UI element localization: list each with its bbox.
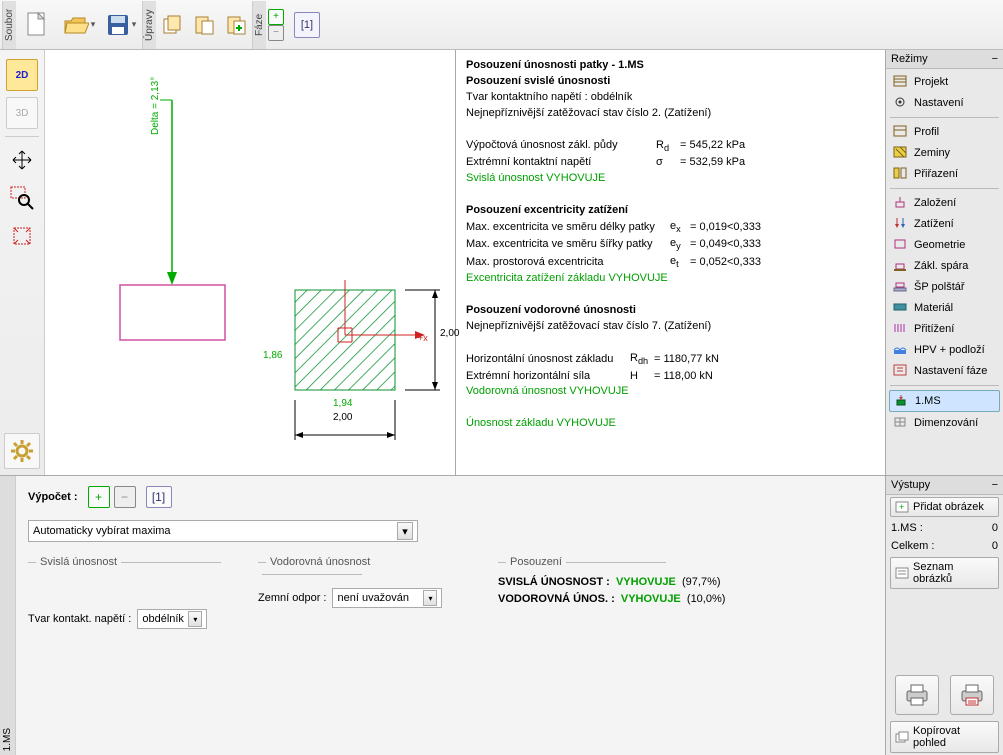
outputs-panel: Výstupy− +Přidat obrázek 1.MS :0 Celkem …: [885, 476, 1003, 755]
modes-title: Režimy−: [886, 50, 1003, 69]
mode-nastaveni[interactable]: Nastavení: [889, 93, 1000, 113]
main-toolbar: Soubor Úpravy Fáze + − [1]: [0, 0, 1003, 50]
mode-material[interactable]: Materiál: [889, 298, 1000, 318]
copy-button[interactable]: [157, 5, 187, 45]
dim-right: 2,00: [440, 328, 459, 339]
outputs-title: Výstupy−: [886, 476, 1003, 495]
view-3d-button[interactable]: 3D: [6, 97, 38, 129]
view-2d-button[interactable]: 2D: [6, 59, 38, 91]
toolbar-group-phase: Fáze: [252, 1, 266, 49]
save-file-button[interactable]: [101, 5, 141, 45]
paste-special-button[interactable]: [221, 5, 251, 45]
mode-1ms[interactable]: 1.MS: [889, 390, 1000, 412]
drawing-canvas[interactable]: Delta = 2,13° 1,86 2,00 1,94 2,00 +x: [45, 50, 455, 475]
mode-zatizeni[interactable]: Zatížení: [889, 214, 1000, 234]
contact-shape-combo[interactable]: obdélník▾: [137, 609, 207, 629]
mode-sp-polstar[interactable]: ŠP polštář: [889, 277, 1000, 297]
mode-geometrie[interactable]: Geometrie: [889, 235, 1000, 255]
calc-indicator[interactable]: [1]: [146, 486, 172, 508]
phase-add-button[interactable]: +: [268, 9, 284, 25]
mode-pritizeni[interactable]: Přitížení: [889, 319, 1000, 339]
mode-zalozeni[interactable]: Založení: [889, 193, 1000, 213]
mode-hpv-podlozi[interactable]: HPV + podloží: [889, 340, 1000, 360]
dim-w2: 2,00: [333, 412, 352, 423]
settings-gear-button[interactable]: [4, 433, 40, 469]
delta-label: Delta = 2,13°: [150, 77, 161, 135]
dim-h: 1,86: [263, 350, 282, 361]
pan-button[interactable]: [6, 144, 38, 176]
phase-remove-button[interactable]: −: [268, 25, 284, 41]
bottom-tab[interactable]: 1.MS: [0, 476, 16, 755]
collapse-icon[interactable]: −: [992, 53, 998, 65]
print-pdf-button[interactable]: [950, 675, 994, 715]
calc-panel: Výpočet : + − [1] Automaticky vybírat ma…: [16, 476, 885, 755]
paste-button[interactable]: [189, 5, 219, 45]
calc-add-button[interactable]: +: [88, 486, 110, 508]
res-title2: Posouzení svislé únosnosti: [466, 75, 610, 87]
mode-nastaveni-faze[interactable]: Nastavení fáze: [889, 361, 1000, 381]
print-button[interactable]: [895, 675, 939, 715]
res-title1: Posouzení únosnosti patky - 1.MS: [466, 59, 644, 71]
new-file-button[interactable]: [17, 5, 57, 45]
picture-list-button[interactable]: Seznam obrázků: [890, 557, 999, 589]
open-file-button[interactable]: [59, 5, 99, 45]
dim-w1: 1,94: [333, 398, 352, 409]
group-svisla: Svislá únosnost: [28, 556, 228, 568]
collapse-icon[interactable]: −: [992, 479, 998, 491]
results-panel: Posouzení únosnosti patky - 1.MS Posouze…: [455, 50, 885, 475]
view-toolbar: 2D 3D: [0, 50, 45, 475]
add-picture-button[interactable]: +Přidat obrázek: [890, 497, 999, 517]
toolbar-group-file: Soubor: [2, 1, 16, 49]
svg-text:+: +: [899, 502, 904, 512]
zoom-extents-button[interactable]: [6, 220, 38, 252]
toolbar-group-edit: Úpravy: [142, 1, 156, 49]
calc-label: Výpočet :: [28, 491, 78, 503]
copy-view-button[interactable]: Kopírovat pohled: [890, 721, 999, 753]
calc-remove-button[interactable]: −: [114, 486, 136, 508]
mode-profil[interactable]: Profil: [889, 122, 1000, 142]
group-posouzeni: Posouzení: [498, 556, 828, 568]
mode-zeminy[interactable]: Zeminy: [889, 143, 1000, 163]
earth-resist-combo[interactable]: není uvažován▾: [332, 588, 442, 608]
mode-dimenzovani[interactable]: Dimenzování: [889, 413, 1000, 433]
zoom-window-button[interactable]: [6, 182, 38, 214]
mode-projekt[interactable]: Projekt: [889, 72, 1000, 92]
modes-panel: Režimy− Projekt Nastavení Profil Zeminy …: [885, 50, 1003, 475]
group-vodorovna: Vodorovná únosnost: [258, 556, 468, 580]
calc-mode-combo[interactable]: Automaticky vybírat maxima▾: [28, 520, 418, 542]
phase-indicator[interactable]: [1]: [294, 12, 320, 38]
mode-zakl-spara[interactable]: Zákl. spára: [889, 256, 1000, 276]
axis-label: +x: [418, 333, 428, 343]
mode-prirazeni[interactable]: Přiřazení: [889, 164, 1000, 184]
